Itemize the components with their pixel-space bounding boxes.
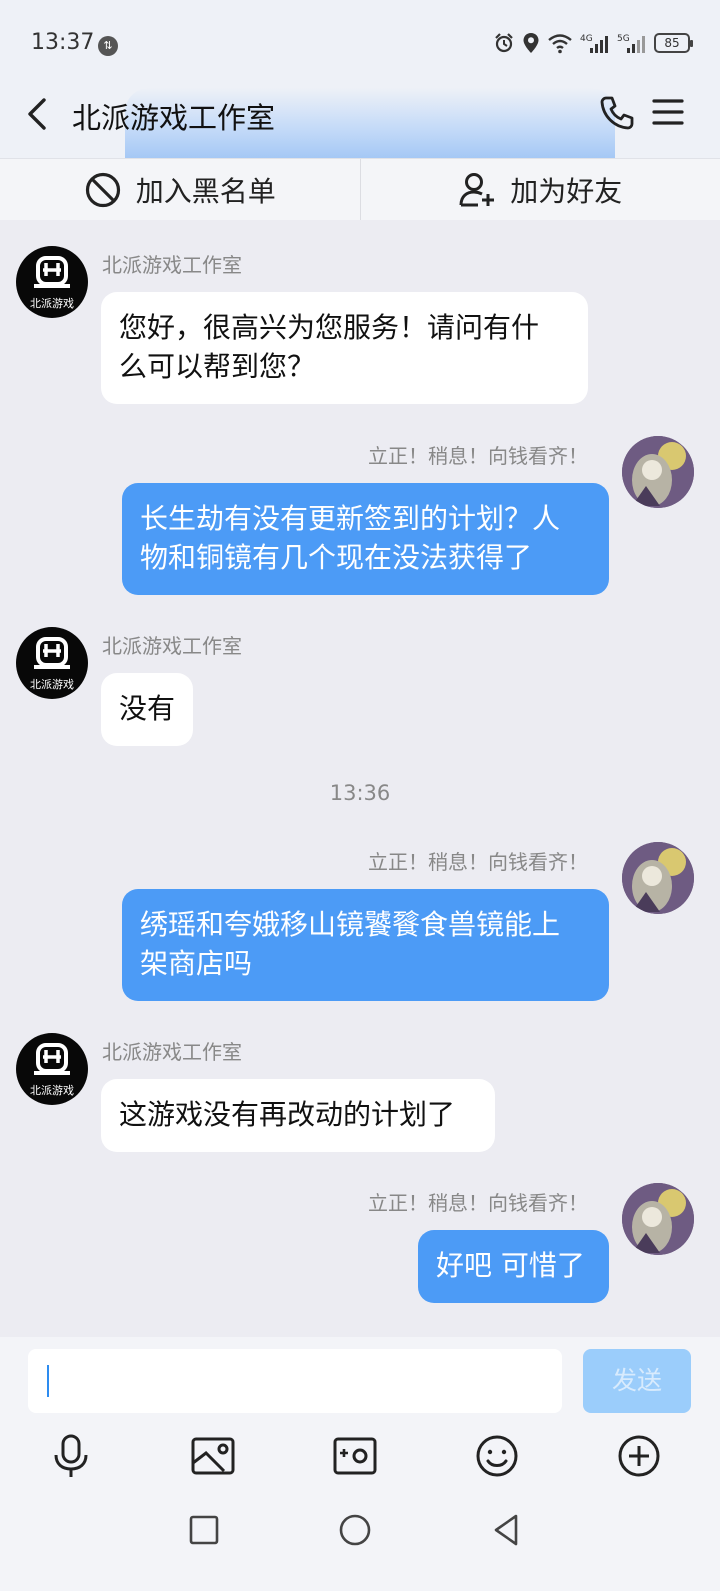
- message-input[interactable]: [28, 1349, 562, 1413]
- send-button[interactable]: 发送: [583, 1349, 691, 1413]
- message-line: 这游戏没有再改动的计划了: [119, 1098, 456, 1131]
- add-friend-icon: [459, 172, 495, 206]
- svg-text:北派游戏: 北派游戏: [30, 1084, 74, 1097]
- studio-logo-icon: 北派游戏: [30, 1043, 74, 1097]
- plus-icon[interactable]: [616, 1433, 662, 1479]
- menu-icon[interactable]: [652, 96, 684, 128]
- avatar[interactable]: [622, 842, 694, 914]
- message-bubble[interactable]: 长生劫有没有更新签到的计划？人 物和铜镜有几个现在没法获得了: [122, 483, 609, 595]
- svg-text:北派游戏: 北派游戏: [30, 678, 74, 691]
- chat-header: 北派游戏工作室: [0, 80, 720, 158]
- back-nav-icon[interactable]: [488, 1512, 524, 1548]
- message-line: 架商店吗: [140, 947, 253, 980]
- svg-text:4G: 4G: [580, 34, 593, 44]
- avatar[interactable]: 北派游戏: [16, 627, 88, 699]
- svg-text:北派游戏: 北派游戏: [30, 297, 74, 310]
- timestamp: 13:36: [329, 781, 391, 805]
- emoji-icon[interactable]: [474, 1433, 520, 1479]
- message-line: 么可以帮到您？: [119, 350, 316, 383]
- add-friend-button[interactable]: 加为好友: [359, 159, 720, 220]
- avatar[interactable]: [622, 1183, 694, 1255]
- message-bubble[interactable]: 绣瑶和夸娥移山镜饕餮食兽镜能上 架商店吗: [122, 889, 609, 1001]
- avatar[interactable]: 北派游戏: [16, 1033, 88, 1105]
- user-avatar-icon: [622, 436, 694, 508]
- text-caret: [47, 1365, 49, 1397]
- studio-logo-icon: 北派游戏: [30, 256, 74, 310]
- image-icon[interactable]: [190, 1433, 236, 1479]
- sender-name: 立正！稍息！向钱看齐！: [368, 1191, 588, 1215]
- status-bar: 13:37 ⇅ 4G 5G 85: [0, 0, 720, 90]
- message-line: 没有: [119, 692, 176, 725]
- page-title: 北派游戏工作室: [72, 101, 276, 135]
- avatar[interactable]: 北派游戏: [16, 246, 88, 318]
- wifi-icon: [548, 34, 572, 54]
- block-button[interactable]: 加入黑名单: [0, 159, 360, 220]
- composer: 发送: [0, 1337, 720, 1591]
- alarm-icon: [495, 33, 513, 53]
- message-line: 物和铜镜有几个现在没法获得了: [140, 541, 533, 574]
- sender-name: 立正！稍息！向钱看齐！: [368, 850, 588, 874]
- home-icon[interactable]: [337, 1512, 373, 1548]
- block-icon: [85, 172, 120, 207]
- status-icons: 4G 5G 85: [493, 32, 693, 54]
- battery-icon: 85: [654, 33, 693, 53]
- user-avatar-icon: [622, 1183, 694, 1255]
- message-line: 您好，很高兴为您服务！请问有什: [119, 311, 540, 344]
- user-avatar-icon: [622, 842, 694, 914]
- back-icon[interactable]: [20, 96, 56, 132]
- recents-icon[interactable]: [186, 1512, 222, 1548]
- message-bubble[interactable]: 好吧 可惜了: [418, 1230, 609, 1303]
- avatar[interactable]: [622, 436, 694, 508]
- message-line: 好吧 可惜了: [436, 1249, 585, 1282]
- camera-icon[interactable]: [332, 1433, 378, 1479]
- sender-name: 北派游戏工作室: [102, 1040, 242, 1064]
- studio-logo-icon: 北派游戏: [30, 637, 74, 691]
- phone-icon[interactable]: [598, 94, 636, 132]
- notification-icon: ⇅: [98, 36, 118, 56]
- message-bubble[interactable]: 这游戏没有再改动的计划了: [101, 1079, 495, 1152]
- message-bubble[interactable]: 没有: [101, 673, 193, 746]
- mic-icon[interactable]: [48, 1433, 94, 1479]
- status-time: 13:37: [31, 30, 95, 55]
- message-line: 绣瑶和夸娥移山镜饕餮食兽镜能上: [140, 908, 561, 941]
- message-bubble[interactable]: 您好，很高兴为您服务！请问有什 么可以帮到您？: [101, 292, 588, 404]
- sender-name: 北派游戏工作室: [102, 634, 242, 658]
- location-icon: [523, 33, 539, 53]
- action-bar: 加入黑名单 加为好友: [0, 158, 720, 220]
- add-friend-label: 加为好友: [510, 174, 623, 208]
- block-label: 加入黑名单: [135, 174, 276, 208]
- sender-name: 立正！稍息！向钱看齐！: [368, 444, 588, 468]
- svg-text:5G: 5G: [617, 34, 630, 44]
- signal-4g-icon: 4G: [580, 34, 608, 53]
- sender-name: 北派游戏工作室: [102, 253, 242, 277]
- message-line: 长生劫有没有更新签到的计划？人: [140, 502, 561, 535]
- signal-5g-icon: 5G: [617, 34, 645, 53]
